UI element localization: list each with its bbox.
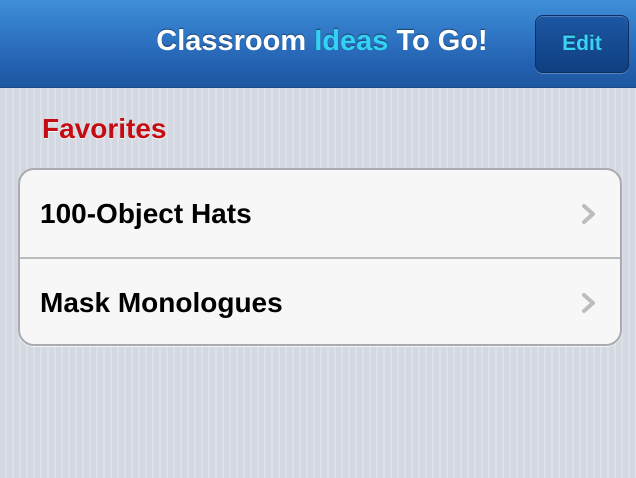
chevron-right-icon: [582, 204, 595, 224]
title-text-classroom: Classroom: [156, 25, 315, 57]
favorites-section-header: Favorites: [42, 113, 167, 144]
list-item-100-object-hats[interactable]: 100-Object Hats: [20, 170, 620, 259]
favorites-list: 100-Object Hats Mask Monologues: [18, 168, 622, 346]
list-item-label: Mask Monologues: [40, 287, 283, 318]
chevron-right-icon: [582, 293, 595, 313]
title-text-ideas: Ideas: [314, 25, 389, 57]
list-item-label: 100-Object Hats: [40, 198, 252, 229]
navigation-bar: Classroom Ideas To Go! Edit: [0, 0, 636, 88]
list-item-mask-monologues[interactable]: Mask Monologues: [20, 259, 620, 344]
edit-button[interactable]: Edit: [535, 15, 629, 73]
title-text-to-go: To Go!: [388, 25, 488, 57]
